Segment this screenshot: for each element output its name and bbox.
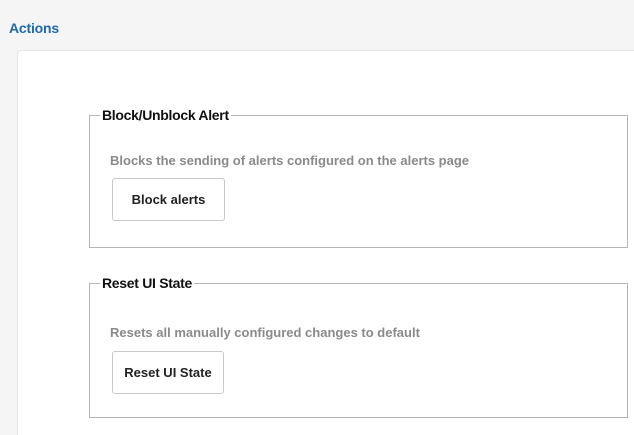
reset-ui-state-group: Reset UI State Resets all manually confi…	[89, 275, 628, 418]
block-unblock-alert-legend: Block/Unblock Alert	[102, 107, 229, 123]
block-alerts-button[interactable]: Block alerts	[112, 178, 225, 221]
block-unblock-alert-group: Block/Unblock Alert Blocks the sending o…	[89, 107, 628, 248]
reset-ui-state-description: Resets all manually configured changes t…	[110, 325, 420, 340]
reset-ui-state-legend: Reset UI State	[102, 275, 192, 291]
page-header: Actions	[0, 0, 634, 50]
page-title: Actions	[9, 20, 59, 36]
reset-ui-state-button[interactable]: Reset UI State	[112, 351, 224, 394]
block-alert-description: Blocks the sending of alerts configured …	[110, 153, 470, 168]
actions-panel: Block/Unblock Alert Blocks the sending o…	[17, 50, 634, 435]
